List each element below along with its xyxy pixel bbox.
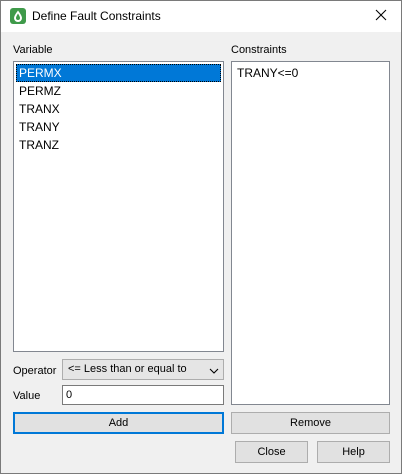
constraints-listbox[interactable]: TRANY<=0 [231,61,390,405]
title-bar: Define Fault Constraints [1,1,401,32]
variable-item-trany[interactable]: TRANY [16,118,221,136]
add-button[interactable]: Add [13,412,224,434]
value-input-text: 0 [66,389,73,401]
operator-label: Operator [13,365,57,377]
close-icon [375,9,387,24]
dialog-window: Define Fault Constraints Variable PERMX P… [0,0,402,474]
add-button-label: Add [108,417,129,429]
operator-select[interactable]: <= Less than or equal to [62,359,224,380]
drop-icon [10,8,26,24]
remove-button-label: Remove [290,417,331,429]
close-button[interactable]: Close [235,441,308,463]
variable-item-permx[interactable]: PERMX [16,64,221,82]
constraint-item[interactable]: TRANY<=0 [234,64,387,82]
close-button-label: Close [257,446,286,458]
variable-item-tranx[interactable]: TRANX [16,100,221,118]
chevron-down-icon [209,365,219,375]
variable-item-permz[interactable]: PERMZ [16,82,221,100]
variable-item-tranz[interactable]: TRANZ [16,136,221,154]
value-input[interactable]: 0 [62,385,224,405]
value-label: Value [13,390,41,402]
variable-label: Variable [13,44,53,56]
close-window-button[interactable] [361,1,401,32]
remove-button[interactable]: Remove [231,412,390,434]
window-title: Define Fault Constraints [32,9,161,23]
help-button[interactable]: Help [317,441,390,463]
variable-listbox[interactable]: PERMX PERMZ TRANX TRANY TRANZ [13,61,224,352]
help-button-label: Help [342,446,365,458]
operator-selected-value: <= Less than or equal to [68,363,187,375]
constraints-label: Constraints [231,44,287,56]
